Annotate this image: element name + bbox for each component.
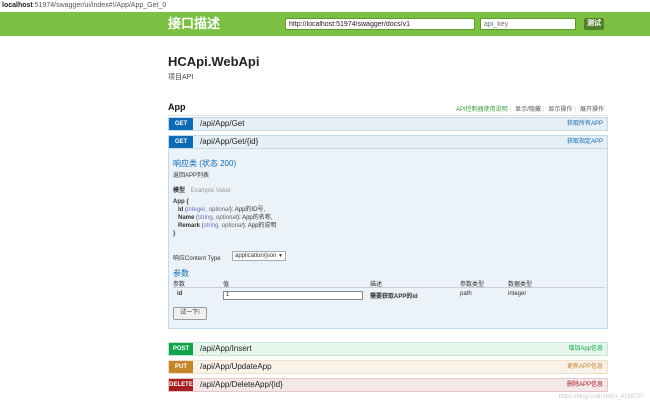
model-schema: App { Id (integer, optional): App的ID号, N…: [173, 198, 276, 238]
parameters-table-header: 参数 值 描述 参数类型 数据类型: [173, 279, 605, 288]
model-field: Name (string, optional): App的名称,: [178, 215, 273, 221]
model-field: Id (integer, optional): App的ID号,: [178, 207, 266, 213]
content-type-label: 响应Content Type: [173, 256, 221, 262]
api-title: HCApi.WebApi: [168, 54, 260, 69]
browser-url-bar[interactable]: localhost:51974/swagger/ui/index#!/App/A…: [0, 0, 650, 12]
expand-operations-link[interactable]: 展开操作: [580, 107, 604, 113]
operation-get-all[interactable]: GET /api/App/Get 获取所有APP: [168, 117, 608, 131]
col-param-type: 参数类型: [460, 282, 485, 288]
try-it-out-button[interactable]: 试一下!: [173, 307, 207, 320]
watermark: https://blog.csdn.net/u_4169797: [558, 394, 644, 400]
operation-summary[interactable]: 获取所有APP: [567, 118, 603, 130]
method-badge[interactable]: PUT: [169, 361, 193, 373]
param-description: 需要获取APP的id: [370, 294, 418, 300]
operation-delete[interactable]: DELETE /api/App/DeleteApp/{id} 删除APP信息: [168, 378, 608, 392]
method-badge[interactable]: DELETE: [169, 379, 193, 391]
model-field: Remark (string, optional): App的说明: [178, 223, 277, 229]
param-value-input[interactable]: 1: [223, 291, 363, 300]
tab-example-value[interactable]: Example Value: [191, 188, 231, 194]
operation-get-by-id[interactable]: GET /api/App/Get/{id} 获取指定APP: [168, 135, 608, 149]
resource-name[interactable]: App: [168, 102, 186, 112]
response-class-heading: 响应类 (状态 200): [173, 159, 237, 168]
resource-divider: [168, 115, 608, 116]
api-subtitle: 项目API: [168, 74, 194, 81]
col-data-type: 数据类型: [508, 282, 533, 288]
operation-path[interactable]: /api/App/Get/{id}: [200, 136, 258, 148]
operation-path[interactable]: /api/App/Insert: [200, 343, 252, 355]
parameters-heading: 参数: [173, 269, 189, 278]
operation-path[interactable]: /api/App/UpdateApp: [200, 361, 272, 373]
content-type-select[interactable]: application/json ▼: [232, 251, 286, 261]
method-badge[interactable]: GET: [169, 136, 193, 148]
model-tabs: 模型 Example Value: [173, 185, 231, 194]
operation-post-insert[interactable]: POST /api/App/Insert 增加App信息: [168, 342, 608, 356]
operation-summary[interactable]: 更新APP信息: [567, 361, 603, 373]
model-name: App {: [173, 199, 189, 205]
docs-url-input[interactable]: [285, 18, 475, 30]
list-operations-link[interactable]: 显示操作: [548, 107, 572, 113]
parameter-row: id 1 需要获取APP的id path integer: [173, 291, 605, 301]
model-close: }: [173, 231, 176, 237]
controller-doc-link[interactable]: API控制器使用说明: [456, 107, 508, 113]
resource-links: API控制器使用说明 | 显示/隐藏 | 显示操作 | 展开操作: [455, 107, 604, 113]
response-class-description: 返回APP列表: [173, 173, 210, 179]
operation-summary[interactable]: 增加App信息: [568, 343, 603, 355]
param-type: path: [460, 291, 472, 297]
param-name: id: [177, 291, 183, 297]
col-description: 描述: [370, 282, 383, 288]
operation-put-update[interactable]: PUT /api/App/UpdateApp 更新APP信息: [168, 360, 608, 374]
resource-header: App API控制器使用说明 | 显示/隐藏 | 显示操作 | 展开操作: [168, 102, 608, 114]
operation-detail-panel: 响应类 (状态 200) 返回APP列表 模型 Example Value Ap…: [168, 149, 608, 329]
method-badge[interactable]: POST: [169, 343, 193, 355]
header-title: 接口描述: [168, 16, 221, 31]
chevron-down-icon: ▼: [278, 253, 283, 259]
api-key-input[interactable]: [480, 18, 576, 30]
operation-path[interactable]: /api/App/DeleteApp/{id}: [200, 379, 283, 391]
tab-model[interactable]: 模型: [173, 188, 185, 194]
operation-summary[interactable]: 删除APP信息: [567, 379, 603, 391]
swagger-header: 接口描述 测试: [0, 12, 650, 36]
col-value: 值: [223, 282, 230, 288]
param-data-type: integer: [508, 291, 527, 297]
operation-path[interactable]: /api/App/Get: [200, 118, 244, 130]
show-hide-link[interactable]: 显示/隐藏: [515, 107, 541, 113]
col-parameter: 参数: [173, 282, 186, 288]
url-path: :51974/swagger/ui/index#!/App/App_Get_0: [32, 2, 167, 9]
explore-button[interactable]: 测试: [584, 18, 604, 30]
operation-summary[interactable]: 获取指定APP: [567, 136, 603, 148]
method-badge[interactable]: GET: [169, 118, 193, 130]
content-type-value: application/json: [235, 253, 277, 259]
url-host: localhost: [2, 2, 33, 9]
